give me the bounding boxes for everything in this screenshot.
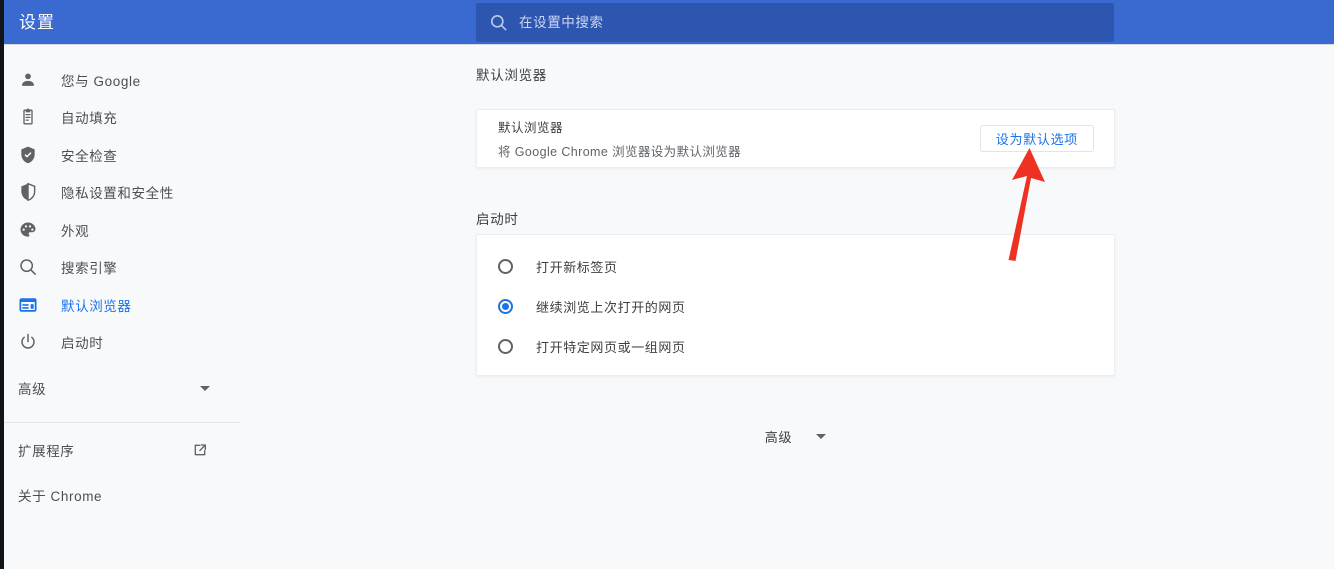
- default-browser-card: 默认浏览器 将 Google Chrome 浏览器设为默认浏览器 设为默认选项: [476, 109, 1115, 168]
- search-input[interactable]: [519, 15, 1114, 30]
- person-icon: [22, 73, 34, 86]
- startup-option-label: 打开特定网页或一组网页: [536, 339, 686, 355]
- sidebar-item-label: 默认浏览器: [61, 298, 132, 314]
- external-link-icon: [194, 443, 206, 455]
- sidebar-extensions-label: 扩展程序: [18, 443, 75, 459]
- shield-half-icon: [21, 182, 36, 202]
- section-title-default-browser: 默认浏览器: [476, 68, 547, 83]
- sidebar-item-search-engine[interactable]: 搜索引擎: [0, 249, 240, 287]
- sidebar-item-privacy-security[interactable]: 隐私设置和安全性: [0, 174, 240, 212]
- sidebar-divider: [0, 422, 240, 423]
- startup-option-new-tab[interactable]: 打开新标签页: [477, 246, 1114, 286]
- section-title-startup: 启动时: [476, 212, 519, 227]
- sidebar-item-on-startup[interactable]: 启动时: [0, 324, 240, 362]
- radio-icon-selected[interactable]: [498, 298, 513, 314]
- radio-icon[interactable]: [498, 338, 513, 354]
- chevron-down-icon: [200, 385, 210, 391]
- default-browser-row-title: 默认浏览器: [498, 121, 564, 135]
- sidebar-item-about-chrome[interactable]: 关于 Chrome: [0, 476, 240, 513]
- main-content: 默认浏览器 默认浏览器 将 Google Chrome 浏览器设为默认浏览器 设…: [240, 46, 1334, 569]
- sidebar-item-autofill[interactable]: 自动填充: [0, 99, 240, 137]
- advanced-expander[interactable]: 高级: [476, 418, 1115, 454]
- default-browser-row-subtitle: 将 Google Chrome 浏览器设为默认浏览器: [498, 145, 742, 159]
- browser-window-icon: [19, 298, 37, 312]
- advanced-expander-label: 高级: [764, 429, 793, 445]
- search-box[interactable]: [476, 3, 1114, 42]
- page-title: 设置: [19, 12, 55, 32]
- sidebar-about-label: 关于 Chrome: [18, 488, 103, 504]
- sidebar-item-label: 隐私设置和安全性: [61, 186, 174, 202]
- sidebar: 您与 Google 自动填充 安全检查 隐私设置和安全性 外观 搜索引擎 默认浏…: [0, 46, 240, 569]
- sidebar-advanced-label: 高级: [18, 382, 47, 397]
- app-header: 设置: [0, 0, 1334, 45]
- left-edge-strip: [0, 0, 4, 569]
- startup-option-specific-pages[interactable]: 打开特定网页或一组网页: [477, 326, 1114, 366]
- sidebar-item-default-browser[interactable]: 默认浏览器: [0, 286, 240, 324]
- sidebar-item-safety-check[interactable]: 安全检查: [0, 136, 240, 174]
- shield-check-icon: [21, 146, 35, 163]
- sidebar-item-label: 自动填充: [61, 111, 118, 127]
- sidebar-item-advanced[interactable]: 高级: [0, 369, 240, 407]
- startup-option-continue[interactable]: 继续浏览上次打开的网页: [477, 286, 1114, 326]
- set-as-default-button[interactable]: 设为默认选项: [979, 125, 1094, 152]
- search-icon: [491, 14, 507, 31]
- palette-icon: [20, 222, 36, 237]
- startup-option-label: 打开新标签页: [536, 259, 618, 275]
- sidebar-item-label: 启动时: [61, 336, 104, 352]
- sidebar-item-appearance[interactable]: 外观: [0, 211, 240, 249]
- sidebar-item-label: 安全检查: [61, 148, 118, 164]
- startup-option-label: 继续浏览上次打开的网页: [536, 299, 686, 315]
- chevron-down-icon: [816, 433, 827, 439]
- sidebar-item-extensions[interactable]: 扩展程序: [0, 431, 240, 468]
- default-browser-texts: 默认浏览器 将 Google Chrome 浏览器设为默认浏览器: [498, 117, 980, 160]
- sidebar-item-label: 搜索引擎: [61, 261, 118, 277]
- magnifier-icon: [20, 259, 36, 276]
- power-icon: [21, 333, 35, 349]
- startup-card: 打开新标签页 继续浏览上次打开的网页 打开特定网页或一组网页: [476, 234, 1115, 376]
- radio-icon[interactable]: [498, 258, 513, 274]
- sidebar-item-label: 外观: [61, 223, 90, 239]
- sidebar-item-you-and-google[interactable]: 您与 Google: [0, 61, 240, 99]
- sidebar-item-label: 您与 Google: [61, 73, 141, 89]
- clipboard-icon: [23, 108, 33, 125]
